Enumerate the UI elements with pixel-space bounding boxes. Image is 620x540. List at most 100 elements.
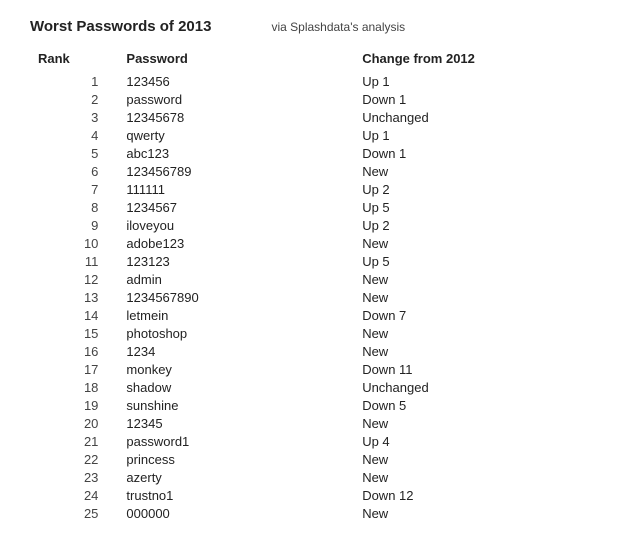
col-rank: Rank	[30, 49, 118, 72]
cell-change: Up 1	[354, 126, 590, 144]
passwords-table: Rank Password Change from 2012 1123456Up…	[30, 49, 590, 522]
cell-password: 123123	[118, 252, 354, 270]
cell-change: New	[354, 270, 590, 288]
cell-password: 123456	[118, 72, 354, 90]
cell-change: Unchanged	[354, 378, 590, 396]
table-row: 161234New	[30, 342, 590, 360]
cell-password: iloveyou	[118, 216, 354, 234]
table-row: 4qwertyUp 1	[30, 126, 590, 144]
table-row: 15photoshopNew	[30, 324, 590, 342]
cell-rank: 18	[30, 378, 118, 396]
cell-password: princess	[118, 450, 354, 468]
cell-change: New	[354, 234, 590, 252]
table-row: 312345678Unchanged	[30, 108, 590, 126]
table-row: 18shadowUnchanged	[30, 378, 590, 396]
cell-change: Up 5	[354, 198, 590, 216]
cell-change: Up 2	[354, 216, 590, 234]
cell-rank: 6	[30, 162, 118, 180]
subtitle: via Splashdata's analysis	[271, 20, 405, 34]
cell-change: New	[354, 288, 590, 306]
cell-password: 1234567	[118, 198, 354, 216]
cell-change: Unchanged	[354, 108, 590, 126]
cell-rank: 11	[30, 252, 118, 270]
table-header-row: Rank Password Change from 2012	[30, 49, 590, 72]
cell-rank: 4	[30, 126, 118, 144]
cell-password: photoshop	[118, 324, 354, 342]
cell-change: New	[354, 450, 590, 468]
cell-change: Down 1	[354, 144, 590, 162]
table-row: 12adminNew	[30, 270, 590, 288]
table-row: 14letmeinDown 7	[30, 306, 590, 324]
cell-password: password	[118, 90, 354, 108]
table-row: 21password1Up 4	[30, 432, 590, 450]
cell-password: admin	[118, 270, 354, 288]
cell-change: New	[354, 504, 590, 522]
cell-rank: 9	[30, 216, 118, 234]
cell-change: Up 5	[354, 252, 590, 270]
cell-password: 111111	[118, 180, 354, 198]
cell-rank: 5	[30, 144, 118, 162]
cell-rank: 12	[30, 270, 118, 288]
table-row: 5abc123Down 1	[30, 144, 590, 162]
cell-password: 12345678	[118, 108, 354, 126]
cell-rank: 25	[30, 504, 118, 522]
table-row: 7111111Up 2	[30, 180, 590, 198]
cell-change: New	[354, 324, 590, 342]
cell-rank: 24	[30, 486, 118, 504]
cell-change: Up 2	[354, 180, 590, 198]
cell-password: 123456789	[118, 162, 354, 180]
cell-password: azerty	[118, 468, 354, 486]
cell-password: letmein	[118, 306, 354, 324]
cell-change: Down 1	[354, 90, 590, 108]
main-title: Worst Passwords of 2013	[30, 18, 211, 35]
cell-password: adobe123	[118, 234, 354, 252]
cell-change: New	[354, 414, 590, 432]
cell-rank: 22	[30, 450, 118, 468]
cell-password: qwerty	[118, 126, 354, 144]
cell-password: 1234	[118, 342, 354, 360]
table-row: 9iloveyouUp 2	[30, 216, 590, 234]
cell-change: Up 4	[354, 432, 590, 450]
cell-change: New	[354, 342, 590, 360]
cell-password: 1234567890	[118, 288, 354, 306]
table-row: 2passwordDown 1	[30, 90, 590, 108]
table-row: 17monkeyDown 11	[30, 360, 590, 378]
cell-rank: 2	[30, 90, 118, 108]
cell-change: Down 11	[354, 360, 590, 378]
cell-change: Down 12	[354, 486, 590, 504]
table-row: 131234567890New	[30, 288, 590, 306]
cell-change: New	[354, 162, 590, 180]
table-row: 25000000New	[30, 504, 590, 522]
table-row: 6123456789New	[30, 162, 590, 180]
cell-password: 12345	[118, 414, 354, 432]
table-row: 10adobe123New	[30, 234, 590, 252]
cell-password: 000000	[118, 504, 354, 522]
cell-rank: 20	[30, 414, 118, 432]
table-row: 19sunshineDown 5	[30, 396, 590, 414]
cell-rank: 19	[30, 396, 118, 414]
col-password: Password	[118, 49, 354, 72]
cell-password: trustno1	[118, 486, 354, 504]
cell-rank: 23	[30, 468, 118, 486]
cell-change: Down 5	[354, 396, 590, 414]
title-row: Worst Passwords of 2013 via Splashdata's…	[30, 18, 590, 35]
cell-rank: 21	[30, 432, 118, 450]
table-row: 81234567Up 5	[30, 198, 590, 216]
cell-change: Up 1	[354, 72, 590, 90]
cell-rank: 1	[30, 72, 118, 90]
page-container: Worst Passwords of 2013 via Splashdata's…	[0, 0, 620, 540]
cell-rank: 10	[30, 234, 118, 252]
cell-password: monkey	[118, 360, 354, 378]
col-change: Change from 2012	[354, 49, 590, 72]
table-row: 2012345New	[30, 414, 590, 432]
table-row: 22princessNew	[30, 450, 590, 468]
cell-password: shadow	[118, 378, 354, 396]
cell-change: New	[354, 468, 590, 486]
table-row: 11123123Up 5	[30, 252, 590, 270]
cell-rank: 13	[30, 288, 118, 306]
cell-rank: 8	[30, 198, 118, 216]
cell-rank: 16	[30, 342, 118, 360]
cell-rank: 3	[30, 108, 118, 126]
table-row: 24trustno1Down 12	[30, 486, 590, 504]
cell-rank: 17	[30, 360, 118, 378]
